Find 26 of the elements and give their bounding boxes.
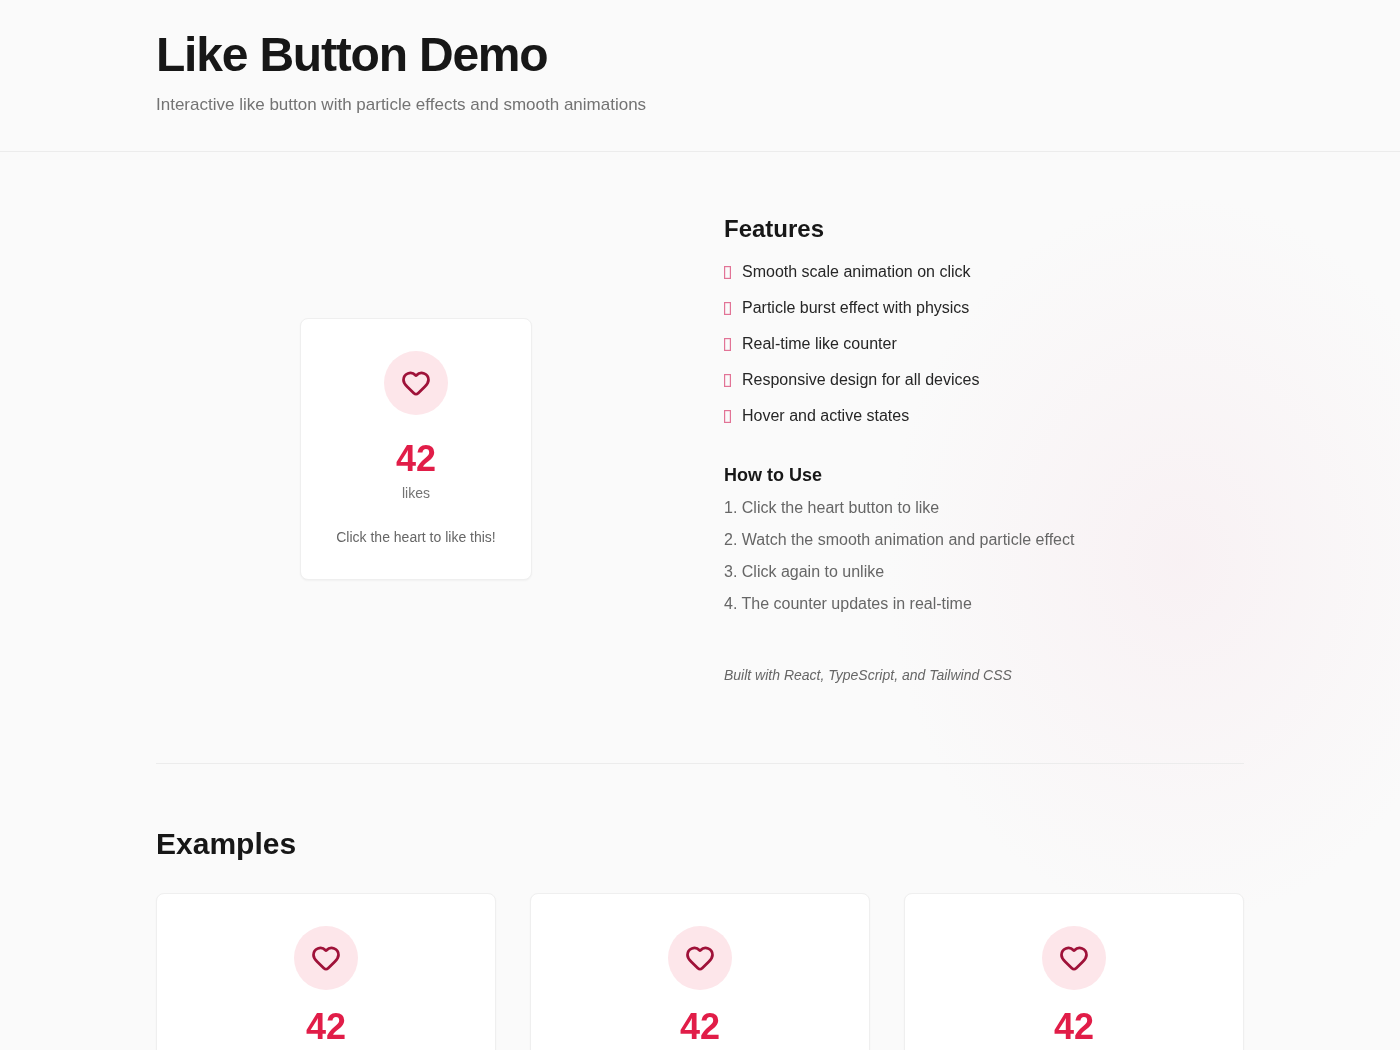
like-count: 42	[679, 1010, 720, 1044]
step-text: 1. Click the heart button to like	[724, 498, 941, 518]
how-to-use-heading: How to Use	[724, 464, 823, 487]
feature-text: Smooth scale animation on click	[742, 262, 971, 282]
bullet-icon	[724, 265, 731, 279]
step-text: 4. The counter updates in real-time	[724, 594, 973, 614]
bullet-icon	[724, 373, 731, 387]
like-count: 42	[395, 439, 436, 479]
like-count: 42	[305, 1010, 346, 1044]
like-hint: Click the heart to like this!	[336, 528, 496, 547]
examples-heading: Examples	[156, 826, 298, 862]
like-count: 42	[1053, 1010, 1094, 1044]
like-unit: likes	[402, 484, 430, 503]
bullet-icon	[724, 301, 731, 315]
page-subtitle: Interactive like button with particle effects and smooth animations	[156, 94, 648, 116]
feature-text: Responsive design for all devices	[742, 370, 980, 390]
step-text: 3. Click again to unlike	[724, 562, 886, 582]
step-text: 2. Watch the smooth animation and particle effect	[724, 530, 1076, 550]
feature-text: Hover and active states	[742, 406, 910, 426]
footnote: Built with React, TypeScript, and Tailwind CSS	[724, 666, 1013, 685]
feature-text: Real-time like counter	[742, 334, 897, 354]
page-title: Like Button Demo	[156, 27, 549, 83]
feature-text: Particle burst effect with physics	[742, 298, 970, 318]
features-heading: Features	[724, 214, 826, 244]
bullet-icon	[724, 409, 731, 423]
bullet-icon	[724, 337, 731, 351]
